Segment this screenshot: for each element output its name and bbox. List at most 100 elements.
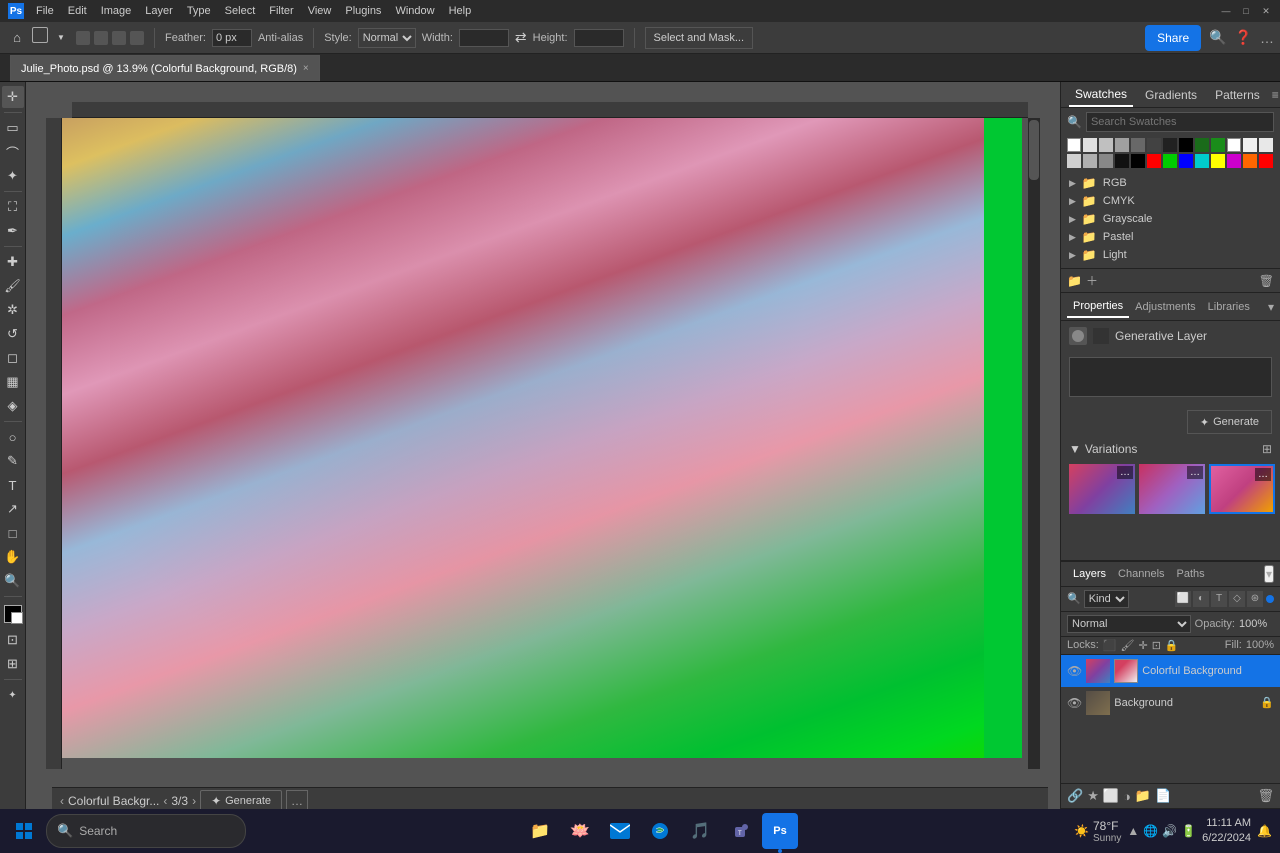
zoom-tool[interactable]: 🔍 [2, 570, 24, 592]
new-selection[interactable] [76, 31, 90, 45]
swatches-search-input[interactable] [1086, 112, 1274, 132]
variation-thumb-3[interactable]: … [1209, 464, 1275, 514]
menu-select[interactable]: Select [225, 5, 256, 17]
menu-type[interactable]: Type [187, 5, 211, 17]
eyedropper-tool[interactable]: ✒ [2, 220, 24, 242]
vertical-scrollbar[interactable] [1028, 118, 1040, 769]
close-button[interactable]: ✕ [1260, 5, 1272, 17]
swatch-medium-gray[interactable] [1083, 154, 1097, 168]
layer-mask-btn[interactable]: ⬜ [1103, 788, 1119, 804]
tab-gradients[interactable]: Gradients [1139, 84, 1203, 106]
system-time[interactable]: 11:11 AM 6/22/2024 [1202, 816, 1251, 847]
lock-transparent-btn[interactable]: ⬛ [1103, 639, 1117, 652]
variations-expand-icon[interactable]: ▼ [1069, 442, 1081, 456]
magic-wand-tool[interactable]: ✦ [2, 165, 24, 187]
move-tool[interactable]: ✛ [2, 86, 24, 108]
help-header-icon[interactable]: ❓ [1235, 29, 1252, 46]
swatch-gray[interactable] [1099, 138, 1113, 152]
dodge-tool[interactable]: ○ [2, 426, 24, 448]
tab-libraries[interactable]: Libraries [1202, 297, 1256, 317]
filter-type-select[interactable]: Kind [1084, 590, 1129, 608]
tab-layers[interactable]: Layers [1067, 565, 1112, 583]
variation-thumb-1[interactable]: … [1069, 464, 1135, 514]
subtract-selection[interactable] [112, 31, 126, 45]
tab-paths[interactable]: Paths [1171, 565, 1211, 583]
feather-input[interactable] [212, 29, 252, 47]
filter-smart-btn[interactable]: ⊛ [1247, 591, 1263, 607]
swatch-group-cmyk[interactable]: ▶ 📁 CMYK [1061, 192, 1280, 210]
swatch-yellow[interactable] [1211, 154, 1225, 168]
nav-prev-small[interactable]: ‹ [163, 794, 167, 808]
filter-shape-btn[interactable]: ◇ [1229, 591, 1245, 607]
intersect-selection[interactable] [130, 31, 144, 45]
type-tool[interactable]: T [2, 474, 24, 496]
pen-tool[interactable]: ✎ [2, 450, 24, 472]
swatch-near-white[interactable] [1243, 138, 1257, 152]
swatches-panel-menu[interactable]: ≡ [1272, 88, 1279, 102]
taskbar-app-teams[interactable]: T [722, 813, 758, 849]
shape-tool[interactable]: □ [2, 522, 24, 544]
menu-edit[interactable]: Edit [68, 5, 87, 17]
maximize-button[interactable]: □ [1240, 5, 1252, 17]
battery-icon[interactable]: 🔋 [1181, 824, 1196, 838]
swatch-magenta[interactable] [1227, 154, 1241, 168]
layer-mask-1[interactable] [1114, 659, 1138, 683]
clone-stamp-tool[interactable]: ✲ [2, 299, 24, 321]
menu-window[interactable]: Window [395, 5, 434, 17]
swatch-red[interactable] [1147, 154, 1161, 168]
layers-panel-collapse[interactable]: ▾ [1264, 565, 1274, 583]
tab-swatches[interactable]: Swatches [1069, 83, 1133, 107]
swatch-white2[interactable] [1227, 138, 1241, 152]
swatch-cyan[interactable] [1195, 154, 1209, 168]
healing-brush-tool[interactable]: ✚ [2, 251, 24, 273]
swatch-gray2[interactable] [1099, 154, 1113, 168]
variation-more-3[interactable]: … [1255, 468, 1271, 481]
lock-image-btn[interactable]: 🖌 [1121, 639, 1135, 652]
width-input[interactable] [459, 29, 509, 47]
swatch-add[interactable]: ＋ [1086, 272, 1098, 289]
taskbar-app-music[interactable]: 🎵 [682, 813, 718, 849]
lock-position-btn[interactable]: ✛ [1138, 639, 1147, 652]
path-selection-tool[interactable]: ↗ [2, 498, 24, 520]
share-button[interactable]: Share [1145, 25, 1201, 51]
height-input[interactable] [574, 29, 624, 47]
taskbar-app-mail[interactable] [602, 813, 638, 849]
swatch-orange[interactable] [1243, 154, 1257, 168]
layer-row-background[interactable]: 👁 Background 🔒 [1061, 687, 1280, 719]
swatch-white[interactable] [1067, 138, 1081, 152]
variation-more-1[interactable]: … [1117, 466, 1133, 479]
filter-pixel-btn[interactable]: ⬜ [1175, 591, 1191, 607]
swatch-charcoal[interactable] [1115, 154, 1129, 168]
filter-type-btn[interactable]: T [1211, 591, 1227, 607]
canvas-area[interactable] [26, 82, 1060, 789]
home-tool[interactable]: ⌂ [6, 27, 28, 49]
variation-thumb-2[interactable]: … [1139, 464, 1205, 514]
lasso-tool[interactable]: ⌒ [2, 141, 24, 163]
swatch-blue[interactable] [1179, 154, 1193, 168]
foreground-color[interactable] [4, 605, 22, 623]
volume-icon[interactable]: 🔊 [1162, 824, 1177, 838]
minimize-button[interactable]: — [1220, 5, 1232, 17]
menu-image[interactable]: Image [101, 5, 132, 17]
menu-file[interactable]: File [36, 5, 54, 17]
swatch-near-black[interactable] [1163, 138, 1177, 152]
blur-tool[interactable]: ◈ [2, 395, 24, 417]
network-icon[interactable]: 🌐 [1143, 824, 1158, 838]
taskbar-app-edge[interactable] [642, 813, 678, 849]
gradient-tool[interactable]: ▦ [2, 371, 24, 393]
menu-help[interactable]: Help [449, 5, 472, 17]
layer-new-btn[interactable]: 📄 [1155, 788, 1171, 804]
swatch-light-gray2[interactable] [1259, 138, 1273, 152]
nav-next-small[interactable]: › [192, 794, 196, 808]
swatch-dark-green[interactable] [1195, 138, 1209, 152]
tab-patterns[interactable]: Patterns [1209, 84, 1266, 106]
variation-more-2[interactable]: … [1187, 466, 1203, 479]
background-color[interactable] [11, 612, 23, 624]
swatch-black2[interactable] [1131, 154, 1145, 168]
swatch-mid-gray[interactable] [1115, 138, 1129, 152]
layer-link-btn[interactable]: 🔗 [1067, 788, 1083, 804]
layer-group-btn[interactable]: 📁 [1135, 788, 1151, 804]
swatch-group-light[interactable]: ▶ 📁 Light [1061, 246, 1280, 264]
search-header-icon[interactable]: 🔍 [1209, 29, 1226, 46]
swatch-lime[interactable] [1163, 154, 1177, 168]
